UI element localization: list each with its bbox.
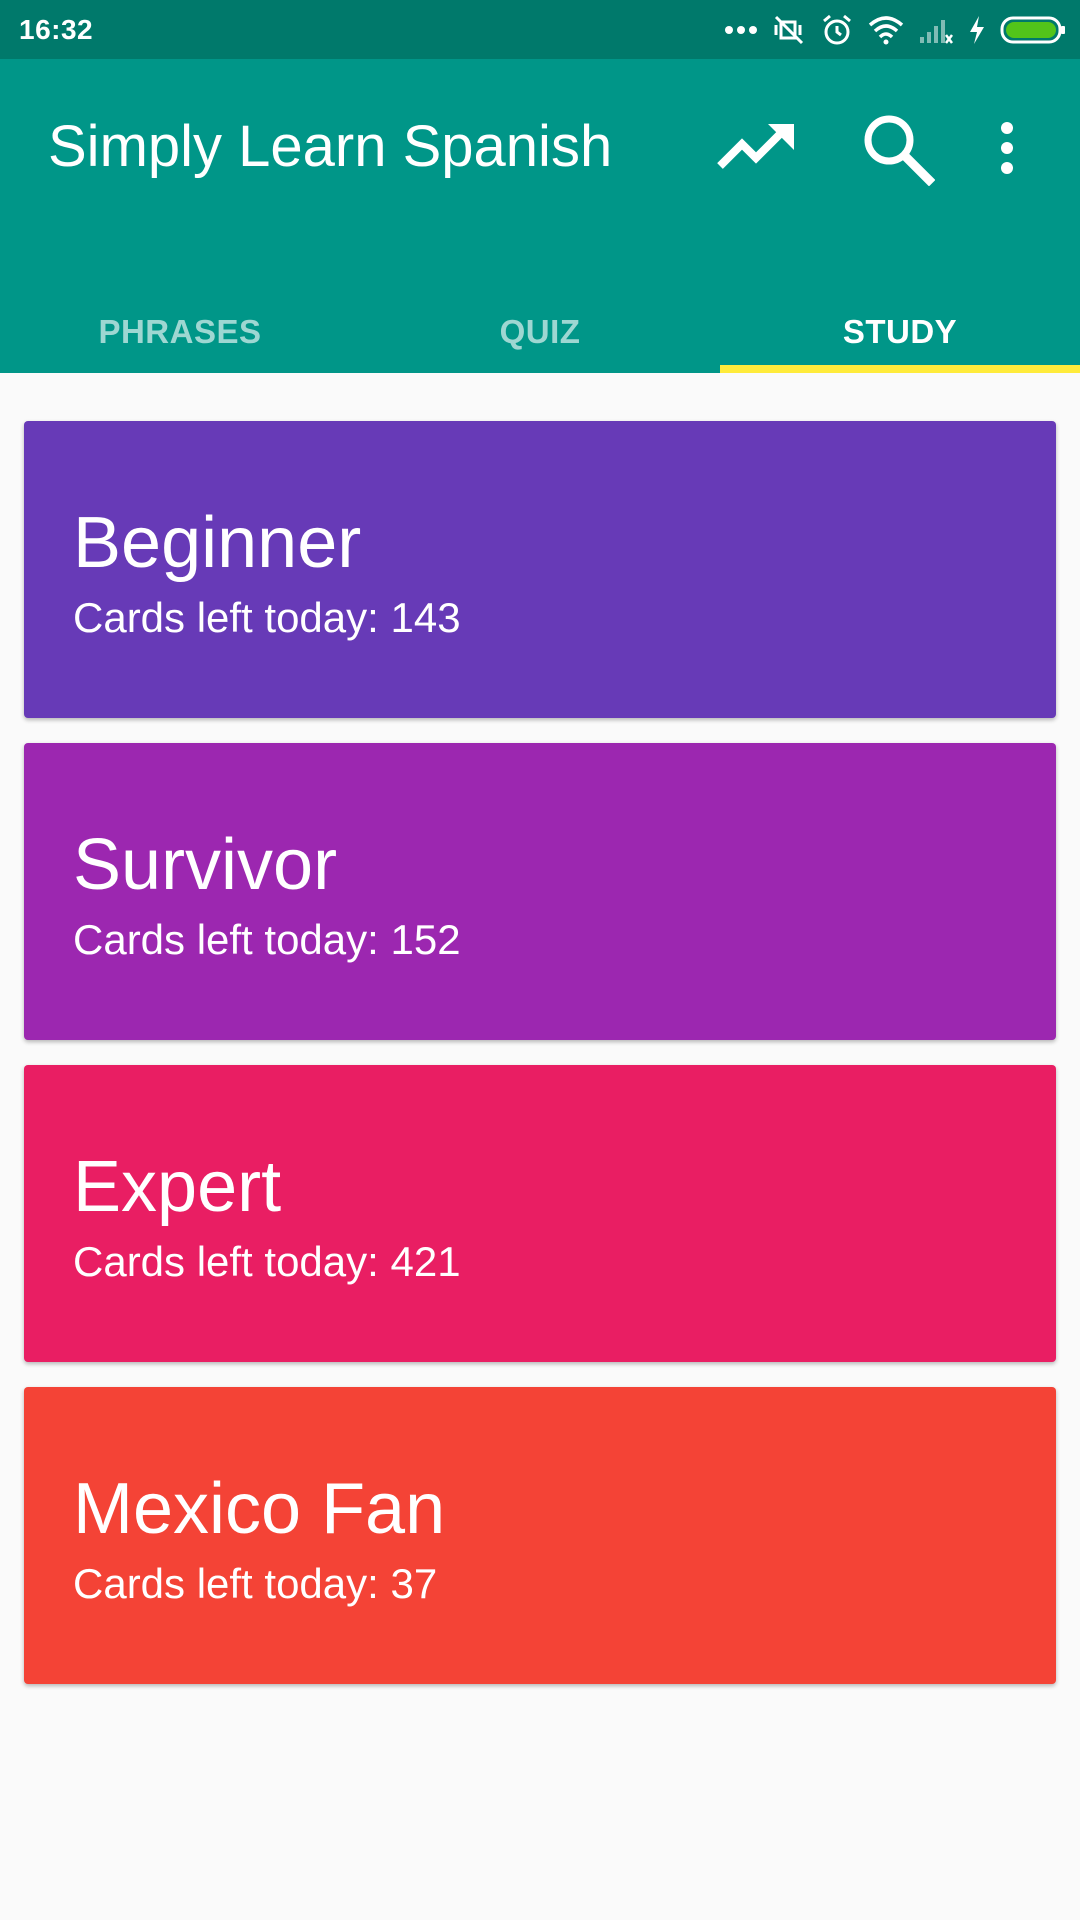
deck-title: Expert (73, 1147, 282, 1227)
tab-phrases[interactable]: PHRASES (0, 291, 360, 373)
tab-label: QUIZ (499, 313, 581, 350)
more-vert-icon[interactable] (962, 103, 1052, 193)
app-bar: Simply Learn Spanish PHRASES QUIZ STUDY (0, 59, 1080, 373)
more-dots-icon (724, 24, 758, 36)
tab-label: STUDY (842, 313, 958, 350)
tab-study[interactable]: STUDY (720, 291, 1080, 373)
deck-title: Beginner (73, 503, 362, 583)
deck-cards-left: Cards left today: 152 (73, 919, 461, 961)
deck-list: Beginner Cards left today: 143 Survivor … (24, 421, 1056, 1709)
tab-bar: PHRASES QUIZ STUDY (0, 291, 1080, 373)
cards-left-count: 152 (390, 916, 461, 963)
battery-icon (1000, 15, 1066, 45)
alarm-icon (820, 13, 854, 47)
deck-card-survivor[interactable]: Survivor Cards left today: 152 (24, 743, 1056, 1040)
cards-left-count: 421 (390, 1238, 461, 1285)
cards-left-count: 37 (390, 1560, 438, 1607)
tab-indicator (720, 365, 1080, 373)
trending-up-icon[interactable] (712, 103, 802, 193)
status-bar: 16:32 (0, 0, 1080, 59)
wifi-icon (868, 15, 904, 45)
tab-quiz[interactable]: QUIZ (360, 291, 720, 373)
signal-icon (918, 15, 954, 45)
status-icons (724, 10, 1066, 50)
tab-label: PHRASES (98, 313, 262, 350)
cards-left-label: Cards left today: (73, 594, 379, 641)
deck-cards-left: Cards left today: 143 (73, 597, 461, 639)
deck-card-mexico-fan[interactable]: Mexico Fan Cards left today: 37 (24, 1387, 1056, 1684)
cards-left-label: Cards left today: (73, 1238, 379, 1285)
deck-title: Survivor (73, 825, 338, 905)
deck-title: Mexico Fan (73, 1469, 446, 1549)
charging-icon (968, 15, 986, 45)
deck-card-expert[interactable]: Expert Cards left today: 421 (24, 1065, 1056, 1362)
deck-card-beginner[interactable]: Beginner Cards left today: 143 (24, 421, 1056, 718)
search-icon[interactable] (852, 103, 942, 193)
vibrate-off-icon (772, 13, 806, 47)
app-title: Simply Learn Spanish (48, 114, 613, 179)
deck-cards-left: Cards left today: 37 (73, 1563, 437, 1605)
cards-left-label: Cards left today: (73, 916, 379, 963)
cards-left-label: Cards left today: (73, 1560, 379, 1607)
deck-cards-left: Cards left today: 421 (73, 1241, 461, 1283)
cards-left-count: 143 (390, 594, 461, 641)
status-time: 16:32 (19, 14, 94, 45)
